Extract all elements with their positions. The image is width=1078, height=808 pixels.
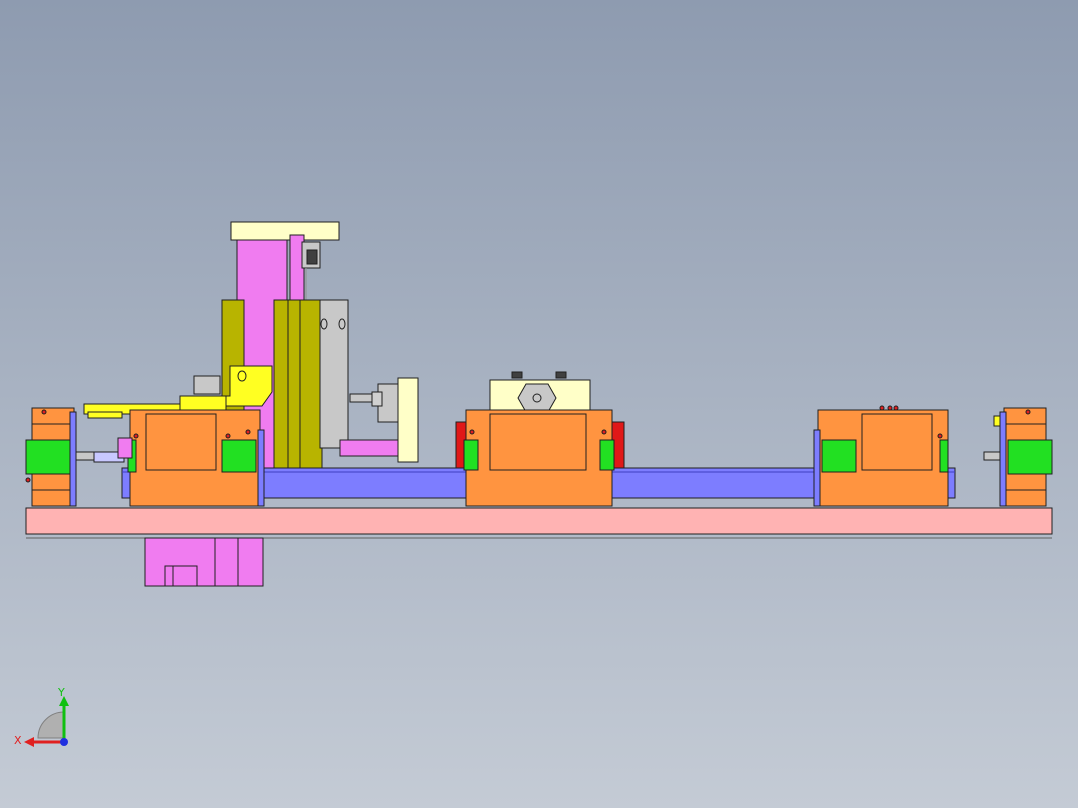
right-slider-block xyxy=(813,405,949,507)
right-end-stop xyxy=(983,407,1053,507)
triad-y-label: Y xyxy=(57,686,65,699)
left-slider-block xyxy=(117,409,265,507)
bottom-mount-block xyxy=(144,537,264,587)
center-slider-block xyxy=(455,371,625,507)
triad-z-axis xyxy=(60,738,68,746)
pink-horizontal-arm xyxy=(339,439,407,457)
fixture-assembly-model[interactable] xyxy=(0,0,1078,808)
triad-x-label: X xyxy=(14,734,22,747)
left-end-stop xyxy=(25,407,125,507)
triad-z-arc xyxy=(37,711,65,739)
base-plate xyxy=(25,507,1053,535)
cad-viewport[interactable]: X Y xyxy=(0,0,1078,808)
axis-triad: X Y xyxy=(14,686,69,747)
grey-air-cylinder xyxy=(319,299,349,449)
triad-x-arrow xyxy=(24,737,34,747)
